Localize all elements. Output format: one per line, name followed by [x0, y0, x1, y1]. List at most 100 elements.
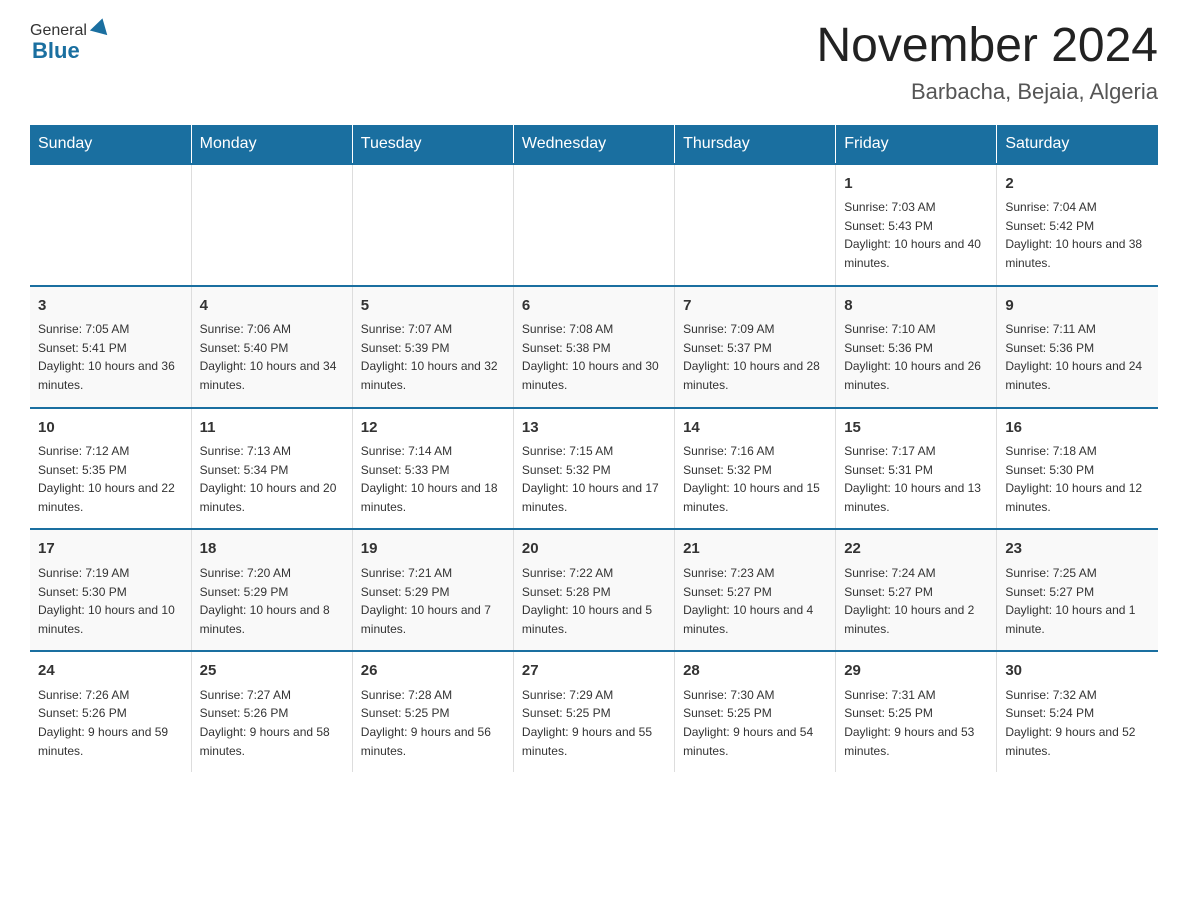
calendar-cell: 1Sunrise: 7:03 AM Sunset: 5:43 PM Daylig… — [836, 164, 997, 286]
logo-blue-text: Blue — [32, 38, 80, 64]
calendar-cell: 17 Sunrise: 7:19 AM Sunset: 5:30 PM Dayli… — [30, 529, 191, 651]
day-info: Sunrise: 7:15 AM Sunset: 5:32 PM Dayligh… — [522, 442, 666, 516]
day-number: 24 — [38, 660, 183, 683]
calendar-cell: 3Sunrise: 7:05 AM Sunset: 5:41 PM Daylig… — [30, 286, 191, 408]
day-number: 6 — [522, 295, 666, 318]
day-info: Sunrise: 7:18 AM Sunset: 5:30 PM Dayligh… — [1005, 442, 1150, 516]
day-number: 10 — [38, 417, 183, 440]
day-info: Sunrise: 7:28 AM Sunset: 5:25 PM Dayligh… — [361, 686, 505, 760]
calendar-cell: 15Sunrise: 7:17 AM Sunset: 5:31 PM Dayli… — [836, 408, 997, 530]
day-info: Sunrise: 7:27 AM Sunset: 5:26 PM Dayligh… — [200, 686, 344, 760]
day-info: Sunrise: 7:29 AM Sunset: 5:25 PM Dayligh… — [522, 686, 666, 760]
calendar-cell: 18Sunrise: 7:20 AM Sunset: 5:29 PM Dayli… — [191, 529, 352, 651]
page-header: General Blue November 2024 Barbacha, Bej… — [30, 20, 1158, 105]
calendar-cell: 4Sunrise: 7:06 AM Sunset: 5:40 PM Daylig… — [191, 286, 352, 408]
calendar-cell — [191, 164, 352, 286]
day-header-tuesday: Tuesday — [352, 125, 513, 164]
day-number: 18 — [200, 538, 344, 561]
day-number: 22 — [844, 538, 988, 561]
calendar-cell: 2Sunrise: 7:04 AM Sunset: 5:42 PM Daylig… — [997, 164, 1158, 286]
calendar-cell: 12Sunrise: 7:14 AM Sunset: 5:33 PM Dayli… — [352, 408, 513, 530]
day-info: Sunrise: 7:19 AM Sunset: 5:30 PM Dayligh… — [38, 564, 183, 638]
day-info: Sunrise: 7:17 AM Sunset: 5:31 PM Dayligh… — [844, 442, 988, 516]
calendar-cell: 10Sunrise: 7:12 AM Sunset: 5:35 PM Dayli… — [30, 408, 191, 530]
day-number: 20 — [522, 538, 666, 561]
day-header-saturday: Saturday — [997, 125, 1158, 164]
calendar-cell: 6Sunrise: 7:08 AM Sunset: 5:38 PM Daylig… — [513, 286, 674, 408]
calendar-cell — [30, 164, 191, 286]
calendar-cell: 30 Sunrise: 7:32 AM Sunset: 5:24 PM Dayli… — [997, 651, 1158, 772]
logo-arrow-icon — [90, 16, 111, 35]
day-number: 28 — [683, 660, 827, 683]
calendar-cell: 21 Sunrise: 7:23 AM Sunset: 5:27 PM Dayli… — [675, 529, 836, 651]
day-info: Sunrise: 7:11 AM Sunset: 5:36 PM Dayligh… — [1005, 320, 1150, 394]
calendar-cell — [675, 164, 836, 286]
day-info: Sunrise: 7:09 AM Sunset: 5:37 PM Dayligh… — [683, 320, 827, 394]
day-header-sunday: Sunday — [30, 125, 191, 164]
day-number: 23 — [1005, 538, 1150, 561]
title-section: November 2024 Barbacha, Bejaia, Algeria — [816, 20, 1158, 105]
calendar-week-row: 3Sunrise: 7:05 AM Sunset: 5:41 PM Daylig… — [30, 286, 1158, 408]
day-info: Sunrise: 7:26 AM Sunset: 5:26 PM Dayligh… — [38, 686, 183, 760]
calendar-week-row: 1Sunrise: 7:03 AM Sunset: 5:43 PM Daylig… — [30, 164, 1158, 286]
calendar-cell: 22 Sunrise: 7:24 AM Sunset: 5:27 PM Dayli… — [836, 529, 997, 651]
day-number: 8 — [844, 295, 988, 318]
calendar-cell: 13Sunrise: 7:15 AM Sunset: 5:32 PM Dayli… — [513, 408, 674, 530]
day-info: Sunrise: 7:25 AM Sunset: 5:27 PM Dayligh… — [1005, 564, 1150, 638]
calendar-cell: 24 Sunrise: 7:26 AM Sunset: 5:26 PM Dayli… — [30, 651, 191, 772]
day-number: 13 — [522, 417, 666, 440]
calendar-cell: 5Sunrise: 7:07 AM Sunset: 5:39 PM Daylig… — [352, 286, 513, 408]
day-number: 5 — [361, 295, 505, 318]
day-number: 19 — [361, 538, 505, 561]
day-info: Sunrise: 7:06 AM Sunset: 5:40 PM Dayligh… — [200, 320, 344, 394]
day-info: Sunrise: 7:10 AM Sunset: 5:36 PM Dayligh… — [844, 320, 988, 394]
calendar-title: November 2024 — [816, 20, 1158, 73]
calendar-week-row: 24 Sunrise: 7:26 AM Sunset: 5:26 PM Dayli… — [30, 651, 1158, 772]
day-info: Sunrise: 7:05 AM Sunset: 5:41 PM Dayligh… — [38, 320, 183, 394]
calendar-cell: 25Sunrise: 7:27 AM Sunset: 5:26 PM Dayli… — [191, 651, 352, 772]
day-number: 9 — [1005, 295, 1150, 318]
day-info: Sunrise: 7:04 AM Sunset: 5:42 PM Dayligh… — [1005, 198, 1150, 272]
calendar-cell — [513, 164, 674, 286]
day-info: Sunrise: 7:14 AM Sunset: 5:33 PM Dayligh… — [361, 442, 505, 516]
day-number: 17 — [38, 538, 183, 561]
calendar-subtitle: Barbacha, Bejaia, Algeria — [816, 79, 1158, 105]
day-info: Sunrise: 7:24 AM Sunset: 5:27 PM Dayligh… — [844, 564, 988, 638]
day-number: 27 — [522, 660, 666, 683]
logo: General Blue — [30, 20, 110, 64]
day-number: 12 — [361, 417, 505, 440]
day-info: Sunrise: 7:23 AM Sunset: 5:27 PM Dayligh… — [683, 564, 827, 638]
calendar-cell: 16Sunrise: 7:18 AM Sunset: 5:30 PM Dayli… — [997, 408, 1158, 530]
day-header-thursday: Thursday — [675, 125, 836, 164]
day-info: Sunrise: 7:03 AM Sunset: 5:43 PM Dayligh… — [844, 198, 988, 272]
day-number: 4 — [200, 295, 344, 318]
day-number: 15 — [844, 417, 988, 440]
calendar-cell: 26 Sunrise: 7:28 AM Sunset: 5:25 PM Dayli… — [352, 651, 513, 772]
day-number: 21 — [683, 538, 827, 561]
calendar-cell: 14Sunrise: 7:16 AM Sunset: 5:32 PM Dayli… — [675, 408, 836, 530]
day-number: 2 — [1005, 173, 1150, 196]
day-info: Sunrise: 7:12 AM Sunset: 5:35 PM Dayligh… — [38, 442, 183, 516]
day-number: 11 — [200, 417, 344, 440]
day-number: 1 — [844, 173, 988, 196]
day-number: 16 — [1005, 417, 1150, 440]
day-info: Sunrise: 7:30 AM Sunset: 5:25 PM Dayligh… — [683, 686, 827, 760]
day-info: Sunrise: 7:32 AM Sunset: 5:24 PM Dayligh… — [1005, 686, 1150, 760]
calendar-cell: 9Sunrise: 7:11 AM Sunset: 5:36 PM Daylig… — [997, 286, 1158, 408]
calendar-cell: 28 Sunrise: 7:30 AM Sunset: 5:25 PM Dayli… — [675, 651, 836, 772]
calendar-table: SundayMondayTuesdayWednesdayThursdayFrid… — [30, 125, 1158, 772]
calendar-cell: 27 Sunrise: 7:29 AM Sunset: 5:25 PM Dayli… — [513, 651, 674, 772]
day-number: 29 — [844, 660, 988, 683]
day-header-friday: Friday — [836, 125, 997, 164]
day-info: Sunrise: 7:22 AM Sunset: 5:28 PM Dayligh… — [522, 564, 666, 638]
day-number: 3 — [38, 295, 183, 318]
day-number: 30 — [1005, 660, 1150, 683]
calendar-cell: 7Sunrise: 7:09 AM Sunset: 5:37 PM Daylig… — [675, 286, 836, 408]
day-info: Sunrise: 7:07 AM Sunset: 5:39 PM Dayligh… — [361, 320, 505, 394]
day-header-monday: Monday — [191, 125, 352, 164]
day-number: 26 — [361, 660, 505, 683]
calendar-cell — [352, 164, 513, 286]
day-info: Sunrise: 7:21 AM Sunset: 5:29 PM Dayligh… — [361, 564, 505, 638]
calendar-cell: 20 Sunrise: 7:22 AM Sunset: 5:28 PM Dayli… — [513, 529, 674, 651]
calendar-header-row: SundayMondayTuesdayWednesdayThursdayFrid… — [30, 125, 1158, 164]
